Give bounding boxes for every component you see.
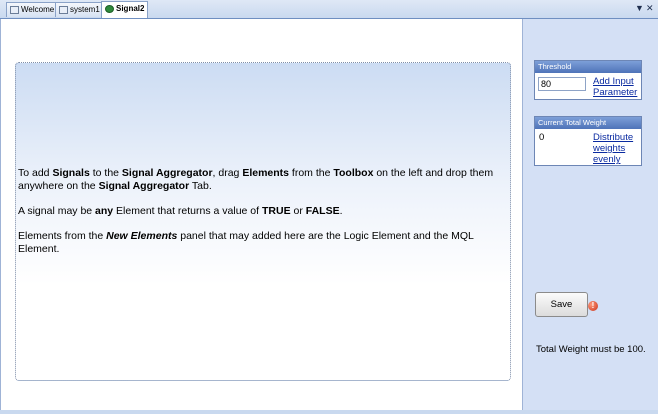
text-run: Elements from the xyxy=(18,230,107,242)
text-run: Toolbox xyxy=(333,167,374,179)
current-total-weight-value: 0 xyxy=(539,132,545,143)
tab-signal2[interactable]: Signal2 xyxy=(101,1,149,18)
settings-sidebar: Threshold 80 Add Input Parameter Current… xyxy=(522,19,658,410)
validation-message: Total Weight must be 100. xyxy=(536,344,646,355)
save-button[interactable]: Save xyxy=(535,292,588,317)
text-run: Element that returns a value of xyxy=(113,205,262,217)
tab-strip: Welcome system1 Signal2 ▼ ✕ xyxy=(0,0,658,19)
text-run: Signal Aggregator xyxy=(121,167,213,179)
signal-icon xyxy=(105,5,114,13)
tab-label: system1 xyxy=(70,5,100,14)
signal-definition-paragraph: A signal may be any Element that returns… xyxy=(18,205,498,218)
signal-aggregator-area: To add Signals to the Signal Aggregator,… xyxy=(0,19,523,410)
text-run: New Elements xyxy=(106,230,178,242)
tab-list-dropdown-icon[interactable]: ▼ xyxy=(635,2,644,14)
current-total-weight-header: Current Total Weight xyxy=(535,117,641,129)
instructions-paragraph: To add Signals to the Signal Aggregator,… xyxy=(18,167,498,193)
distribute-weights-link[interactable]: Distribute weights evenly xyxy=(593,132,639,165)
threshold-input[interactable]: 80 xyxy=(538,77,586,91)
text-run: Signals xyxy=(52,167,90,179)
threshold-header: Threshold xyxy=(535,61,641,73)
text-run: Tab. xyxy=(189,180,212,192)
error-icon: ! xyxy=(588,301,598,311)
add-input-parameter-link[interactable]: Add Input Parameter xyxy=(593,76,639,98)
text-run: A signal may be xyxy=(18,205,96,217)
text-run: from the xyxy=(289,167,334,179)
bottom-border xyxy=(0,410,658,414)
close-icon[interactable]: ✕ xyxy=(646,2,654,14)
signal-drop-panel[interactable]: To add Signals to the Signal Aggregator,… xyxy=(15,62,511,381)
text-run: any xyxy=(95,205,114,217)
current-total-weight-box: Current Total Weight 0 Distribute weight… xyxy=(534,116,642,166)
text-run: , drag xyxy=(212,167,243,179)
window-icon xyxy=(59,6,68,14)
new-elements-paragraph: Elements from the New Elements panel tha… xyxy=(18,230,498,256)
text-run: Signal Aggregator xyxy=(98,180,190,192)
tab-label: Signal2 xyxy=(116,4,145,13)
tab-system1[interactable]: system1 xyxy=(55,2,104,17)
text-run: Elements xyxy=(242,167,290,179)
threshold-box: Threshold 80 Add Input Parameter xyxy=(534,60,642,100)
text-run: to the xyxy=(89,167,122,179)
text-run: or xyxy=(290,205,306,217)
text-run: TRUE xyxy=(261,205,291,217)
text-run: To add xyxy=(18,167,53,179)
tab-label: Welcome xyxy=(21,5,55,14)
page-icon xyxy=(10,6,19,14)
tab-welcome[interactable]: Welcome xyxy=(6,2,59,17)
text-run: FALSE xyxy=(305,205,340,217)
text-run: . xyxy=(339,205,343,217)
